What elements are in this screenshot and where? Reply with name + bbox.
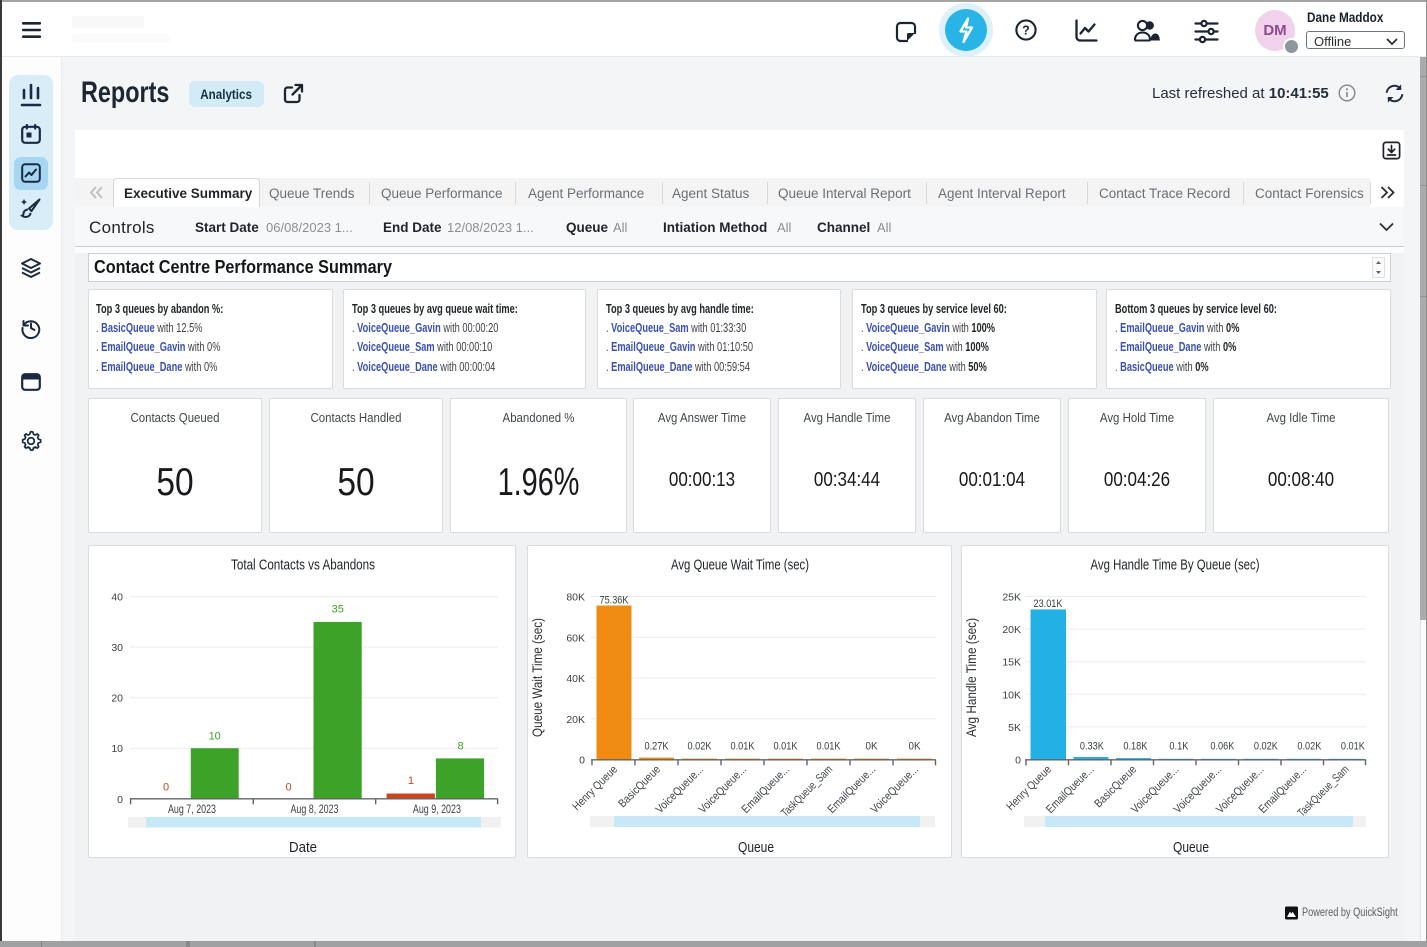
svg-text:0: 0 (163, 782, 169, 794)
svg-text:8: 8 (457, 741, 463, 753)
svg-text:75.36K: 75.36K (600, 595, 630, 607)
svg-text:?: ? (1022, 23, 1030, 37)
svg-text:15K: 15K (1002, 657, 1021, 669)
svg-text:0.27K: 0.27K (645, 741, 670, 753)
svg-text:10: 10 (209, 731, 221, 743)
svg-text:0.01K: 0.01K (1341, 741, 1366, 753)
svg-text:0K: 0K (866, 741, 879, 753)
svg-text:0: 0 (579, 755, 585, 767)
svg-text:Aug 8, 2023: Aug 8, 2023 (291, 804, 339, 816)
svg-text:Avg Handle Time By Queue (sec): Avg Handle Time By Queue (sec) (1091, 558, 1260, 574)
svg-text:Aug 9, 2023: Aug 9, 2023 (413, 804, 461, 816)
svg-text:20: 20 (111, 693, 123, 705)
svg-text:10: 10 (111, 743, 123, 755)
svg-text:0.1K: 0.1K (1169, 741, 1189, 753)
svg-text:0.01K: 0.01K (731, 741, 756, 753)
svg-text:Avg Queue Wait Time (sec): Avg Queue Wait Time (sec) (671, 558, 809, 574)
svg-text:0: 0 (117, 794, 123, 806)
svg-text:Avg Handle Time (sec): Avg Handle Time (sec) (964, 618, 979, 737)
svg-text:20K: 20K (1002, 624, 1021, 636)
svg-text:0.01K: 0.01K (817, 741, 842, 753)
svg-text:0K: 0K (909, 741, 922, 753)
svg-text:0: 0 (285, 782, 291, 794)
svg-text:Aug 7, 2023: Aug 7, 2023 (168, 804, 216, 816)
svg-text:60K: 60K (566, 632, 585, 644)
svg-text:10K: 10K (1002, 689, 1021, 701)
svg-text:Total Contacts vs Abandons: Total Contacts vs Abandons (231, 558, 375, 574)
svg-text:Queue Wait Time (sec): Queue Wait Time (sec) (530, 618, 545, 737)
svg-text:0.06K: 0.06K (1210, 741, 1235, 753)
svg-text:Queue: Queue (1173, 840, 1209, 856)
svg-text:Henry Queue: Henry Queue (571, 764, 620, 813)
svg-text:25K: 25K (1002, 592, 1021, 604)
svg-text:0.02K: 0.02K (1297, 741, 1322, 753)
svg-text:Queue: Queue (738, 840, 774, 856)
svg-text:40: 40 (111, 592, 123, 604)
svg-text:35: 35 (332, 604, 344, 616)
svg-text:23.01K: 23.01K (1034, 598, 1064, 610)
svg-text:0: 0 (1015, 755, 1021, 767)
svg-text:0.02K: 0.02K (1254, 741, 1279, 753)
svg-text:1: 1 (408, 775, 414, 787)
svg-text:BasicQueue: BasicQueue (616, 764, 663, 811)
svg-text:0.02K: 0.02K (688, 741, 713, 753)
svg-text:Date: Date (289, 840, 317, 856)
svg-text:20K: 20K (566, 714, 585, 726)
svg-text:5K: 5K (1008, 722, 1021, 734)
svg-text:0.18K: 0.18K (1123, 741, 1148, 753)
svg-text:80K: 80K (566, 592, 585, 604)
svg-text:30: 30 (111, 642, 123, 654)
svg-text:0.01K: 0.01K (774, 741, 799, 753)
svg-text:40K: 40K (566, 673, 585, 685)
svg-text:0.33K: 0.33K (1080, 741, 1105, 753)
